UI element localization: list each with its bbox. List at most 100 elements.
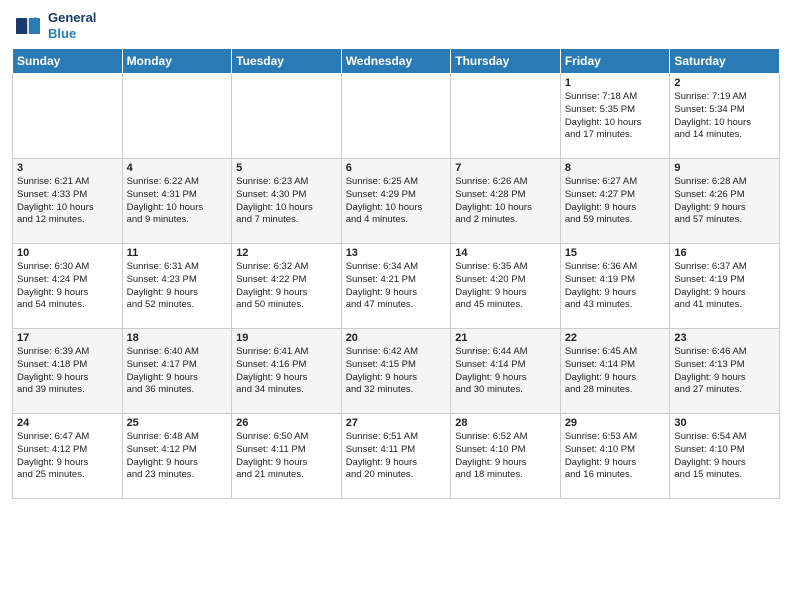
- day-number: 22: [565, 332, 666, 344]
- day-number: 28: [455, 417, 556, 429]
- table-row: 8 Sunrise: 6:27 AMSunset: 4:27 PMDaylight…: [560, 159, 670, 244]
- day-info: Sunrise: 6:27 AMSunset: 4:27 PMDaylight:…: [565, 176, 666, 227]
- day-info: Sunrise: 6:22 AMSunset: 4:31 PMDaylight:…: [127, 176, 228, 227]
- day-info: Sunrise: 6:42 AMSunset: 4:15 PMDaylight:…: [346, 346, 447, 397]
- col-monday: Monday: [122, 49, 232, 74]
- day-info: Sunrise: 6:30 AMSunset: 4:24 PMDaylight:…: [17, 261, 118, 312]
- day-number: 24: [17, 417, 118, 429]
- table-row: 27Sunrise: 6:51 AMSunset: 4:11 PMDayligh…: [341, 414, 451, 499]
- table-row: 4 Sunrise: 6:22 AMSunset: 4:31 PMDaylight…: [122, 159, 232, 244]
- col-wednesday: Wednesday: [341, 49, 451, 74]
- day-number: 13: [346, 247, 447, 259]
- day-info: Sunrise: 6:44 AMSunset: 4:14 PMDaylight:…: [455, 346, 556, 397]
- day-number: 4: [127, 162, 228, 174]
- table-row: 10 Sunrise: 6:30 AMSunset: 4:24 PMDayligh…: [13, 244, 123, 329]
- day-number: 21: [455, 332, 556, 344]
- day-info: Sunrise: 7:18 AMSunset: 5:35 PMDaylight:…: [565, 91, 666, 142]
- table-row: 22 Sunrise: 6:45 AMSunset: 4:14 PMDayligh…: [560, 329, 670, 414]
- day-info: Sunrise: 6:35 AMSunset: 4:20 PMDaylight:…: [455, 261, 556, 312]
- day-info: Sunrise: 6:52 AMSunset: 4:10 PMDaylight:…: [455, 431, 556, 482]
- calendar-week-row: 17 Sunrise: 6:39 AMSunset: 4:18 PMDayligh…: [13, 329, 780, 414]
- day-number: 23: [674, 332, 775, 344]
- table-row: 16Sunrise: 6:37 AMSunset: 4:19 PMDayligh…: [670, 244, 780, 329]
- day-number: 11: [127, 247, 228, 259]
- table-row: 15 Sunrise: 6:36 AMSunset: 4:19 PMDayligh…: [560, 244, 670, 329]
- table-row: 13 Sunrise: 6:34 AMSunset: 4:21 PMDayligh…: [341, 244, 451, 329]
- table-row: 3Sunrise: 6:21 AMSunset: 4:33 PMDaylight…: [13, 159, 123, 244]
- table-row: [122, 74, 232, 159]
- day-number: 10: [17, 247, 118, 259]
- col-thursday: Thursday: [451, 49, 561, 74]
- calendar-week-row: 10 Sunrise: 6:30 AMSunset: 4:24 PMDayligh…: [13, 244, 780, 329]
- day-number: 20: [346, 332, 447, 344]
- header: General Blue: [12, 10, 780, 42]
- col-tuesday: Tuesday: [232, 49, 342, 74]
- table-row: 28 Sunrise: 6:52 AMSunset: 4:10 PMDayligh…: [451, 414, 561, 499]
- table-row: 1 Sunrise: 7:18 AMSunset: 5:35 PMDaylight…: [560, 74, 670, 159]
- day-number: 29: [565, 417, 666, 429]
- day-info: Sunrise: 6:26 AMSunset: 4:28 PMDaylight:…: [455, 176, 556, 227]
- table-row: 20 Sunrise: 6:42 AMSunset: 4:15 PMDayligh…: [341, 329, 451, 414]
- day-number: 15: [565, 247, 666, 259]
- day-number: 7: [455, 162, 556, 174]
- day-number: 30: [674, 417, 775, 429]
- day-info: Sunrise: 6:36 AMSunset: 4:19 PMDaylight:…: [565, 261, 666, 312]
- col-friday: Friday: [560, 49, 670, 74]
- day-info: Sunrise: 6:48 AMSunset: 4:12 PMDaylight:…: [127, 431, 228, 482]
- table-row: 14 Sunrise: 6:35 AMSunset: 4:20 PMDayligh…: [451, 244, 561, 329]
- table-row: 24 Sunrise: 6:47 AMSunset: 4:12 PMDayligh…: [13, 414, 123, 499]
- day-number: 19: [236, 332, 337, 344]
- day-number: 3: [17, 162, 118, 174]
- day-info: Sunrise: 6:54 AMSunset: 4:10 PMDaylight:…: [674, 431, 775, 482]
- day-number: 17: [17, 332, 118, 344]
- table-row: 25 Sunrise: 6:48 AMSunset: 4:12 PMDayligh…: [122, 414, 232, 499]
- table-row: 9Sunrise: 6:28 AMSunset: 4:26 PMDaylight…: [670, 159, 780, 244]
- calendar-week-row: 3Sunrise: 6:21 AMSunset: 4:33 PMDaylight…: [13, 159, 780, 244]
- table-row: 7 Sunrise: 6:26 AMSunset: 4:28 PMDaylight…: [451, 159, 561, 244]
- table-row: 18Sunrise: 6:40 AMSunset: 4:17 PMDayligh…: [122, 329, 232, 414]
- day-number: 1: [565, 77, 666, 89]
- day-info: Sunrise: 6:23 AMSunset: 4:30 PMDaylight:…: [236, 176, 337, 227]
- day-number: 9: [674, 162, 775, 174]
- table-row: [341, 74, 451, 159]
- logo-text-general: General: [48, 10, 96, 26]
- day-info: Sunrise: 6:45 AMSunset: 4:14 PMDaylight:…: [565, 346, 666, 397]
- table-row: [451, 74, 561, 159]
- day-info: Sunrise: 6:25 AMSunset: 4:29 PMDaylight:…: [346, 176, 447, 227]
- day-number: 6: [346, 162, 447, 174]
- calendar-table: Sunday Monday Tuesday Wednesday Thursday…: [12, 48, 780, 499]
- day-info: Sunrise: 6:53 AMSunset: 4:10 PMDaylight:…: [565, 431, 666, 482]
- logo-text-blue: Blue: [48, 26, 96, 42]
- table-row: 5 Sunrise: 6:23 AMSunset: 4:30 PMDaylight…: [232, 159, 342, 244]
- table-row: 6 Sunrise: 6:25 AMSunset: 4:29 PMDaylight…: [341, 159, 451, 244]
- table-row: 12Sunrise: 6:32 AMSunset: 4:22 PMDayligh…: [232, 244, 342, 329]
- day-info: Sunrise: 6:34 AMSunset: 4:21 PMDaylight:…: [346, 261, 447, 312]
- calendar-week-row: 24 Sunrise: 6:47 AMSunset: 4:12 PMDayligh…: [13, 414, 780, 499]
- day-info: Sunrise: 6:37 AMSunset: 4:19 PMDaylight:…: [674, 261, 775, 312]
- table-row: 11 Sunrise: 6:31 AMSunset: 4:23 PMDayligh…: [122, 244, 232, 329]
- table-row: [13, 74, 123, 159]
- day-number: 27: [346, 417, 447, 429]
- table-row: 21 Sunrise: 6:44 AMSunset: 4:14 PMDayligh…: [451, 329, 561, 414]
- table-row: [232, 74, 342, 159]
- day-number: 14: [455, 247, 556, 259]
- day-number: 5: [236, 162, 337, 174]
- day-info: Sunrise: 6:31 AMSunset: 4:23 PMDaylight:…: [127, 261, 228, 312]
- day-number: 8: [565, 162, 666, 174]
- table-row: 30 Sunrise: 6:54 AMSunset: 4:10 PMDayligh…: [670, 414, 780, 499]
- table-row: 19 Sunrise: 6:41 AMSunset: 4:16 PMDayligh…: [232, 329, 342, 414]
- logo: General Blue: [12, 10, 96, 42]
- day-number: 18: [127, 332, 228, 344]
- day-number: 26: [236, 417, 337, 429]
- col-sunday: Sunday: [13, 49, 123, 74]
- table-row: 17 Sunrise: 6:39 AMSunset: 4:18 PMDayligh…: [13, 329, 123, 414]
- day-info: Sunrise: 6:39 AMSunset: 4:18 PMDaylight:…: [17, 346, 118, 397]
- day-number: 2: [674, 77, 775, 89]
- day-number: 25: [127, 417, 228, 429]
- calendar-header-row: Sunday Monday Tuesday Wednesday Thursday…: [13, 49, 780, 74]
- day-info: Sunrise: 6:46 AMSunset: 4:13 PMDaylight:…: [674, 346, 775, 397]
- table-row: 2Sunrise: 7:19 AMSunset: 5:34 PMDaylight…: [670, 74, 780, 159]
- day-info: Sunrise: 6:41 AMSunset: 4:16 PMDaylight:…: [236, 346, 337, 397]
- col-saturday: Saturday: [670, 49, 780, 74]
- day-info: Sunrise: 6:47 AMSunset: 4:12 PMDaylight:…: [17, 431, 118, 482]
